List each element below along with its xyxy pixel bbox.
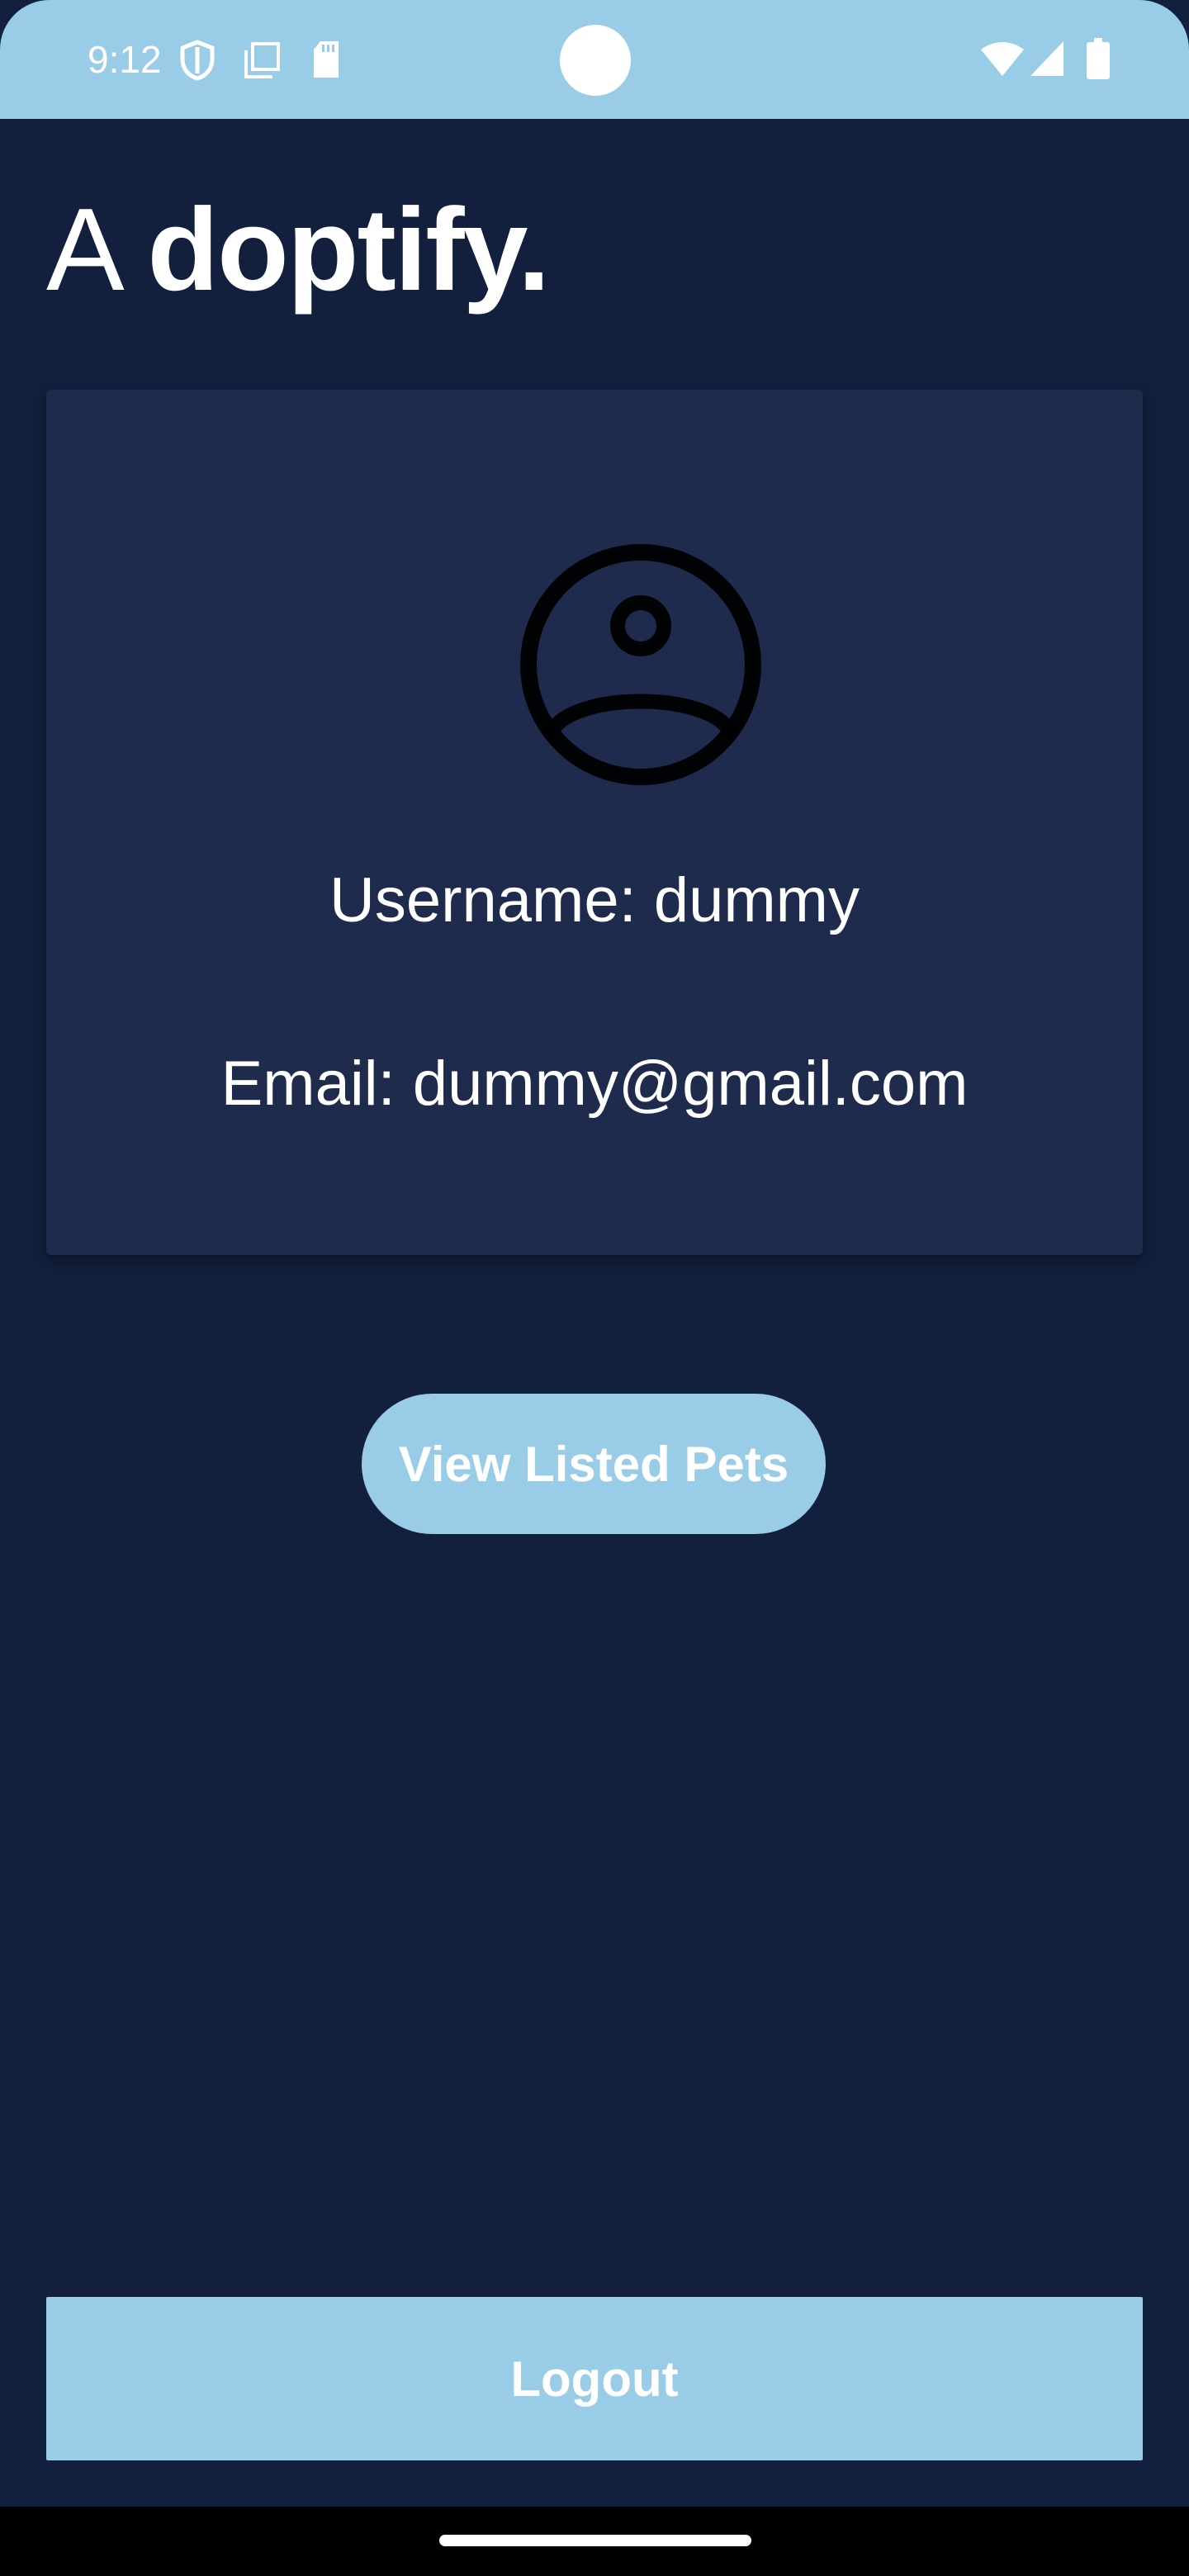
signal-icon (1030, 41, 1063, 76)
camera-cutout (560, 25, 631, 96)
username-text: Username: dummy (329, 865, 860, 935)
status-bar: 9:12 (0, 0, 1189, 119)
app-title-prefix: A (46, 184, 148, 315)
battery-icon (1087, 38, 1110, 79)
shield-icon (180, 40, 215, 81)
profile-card: Username: dummy Email: dummy@gmail.com (46, 390, 1143, 1255)
view-listed-pets-button[interactable]: View Listed Pets (362, 1394, 826, 1534)
app-title: A doptify. (46, 180, 550, 320)
navigation-bar (0, 2507, 1189, 2576)
home-indicator[interactable] (439, 2535, 751, 2546)
wifi-icon (981, 42, 1024, 76)
app-title-main: doptify. (147, 184, 550, 315)
screen-copy-icon (244, 42, 280, 78)
email-text: Email: dummy@gmail.com (220, 1049, 969, 1119)
account-circle-icon (520, 544, 761, 785)
sd-card-icon (314, 41, 339, 78)
status-time: 9:12 (88, 38, 162, 81)
logout-button[interactable]: Logout (46, 2297, 1143, 2460)
